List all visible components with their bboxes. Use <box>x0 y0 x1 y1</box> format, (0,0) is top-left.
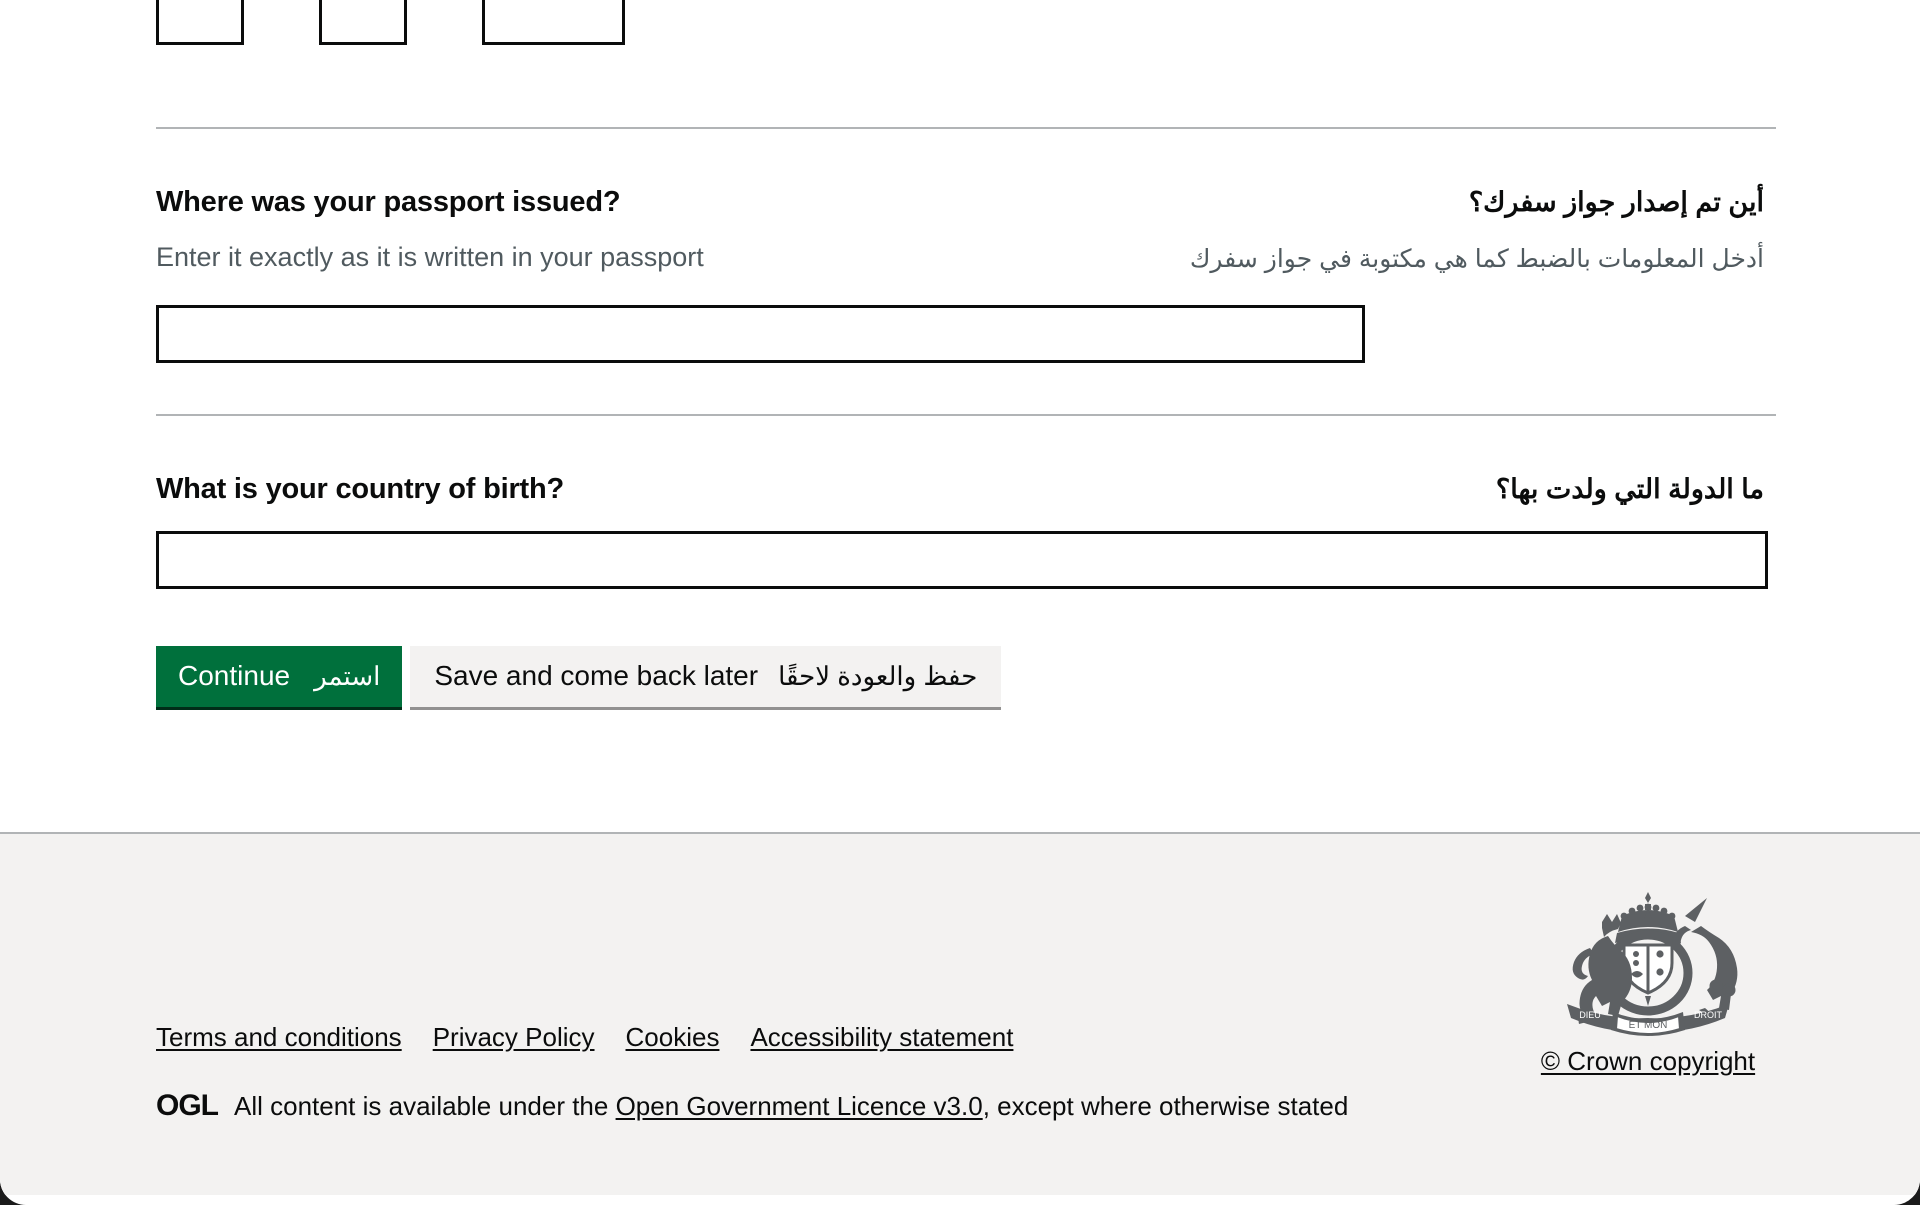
save-label-en: Save and come back later <box>434 660 759 691</box>
date-input-group <box>156 0 625 45</box>
ogl-logo-icon: OGL <box>156 1089 219 1122</box>
crown-copyright-link[interactable]: © Crown copyright <box>1541 1046 1755 1077</box>
open-government-licence: OGL All content is available under the O… <box>156 1089 1348 1123</box>
passport-issued-input[interactable] <box>156 305 1365 363</box>
passport-question-hint-en: Enter it exactly as it is written in you… <box>156 242 704 272</box>
form-actions: Continue استمر Save and come back later … <box>156 646 1002 707</box>
open-government-licence-link[interactable]: Open Government Licence v3.0 <box>616 1091 983 1121</box>
svg-text:DROIT: DROIT <box>1694 1010 1723 1020</box>
svg-text:ET MON: ET MON <box>1629 1020 1668 1031</box>
passport-question-heading-ar: أين تم إصدار جواز سفرك؟ <box>1468 187 1764 217</box>
footer-link-cookies[interactable]: Cookies <box>626 1022 720 1053</box>
crown-copyright-block: ET MON DIEU DROIT © Crown copyright <box>1532 886 1764 1077</box>
country-of-birth-input[interactable] <box>156 531 1768 589</box>
page-content: Where was your passport issued? أين تم إ… <box>0 0 1920 1195</box>
date-month-input[interactable] <box>319 0 407 45</box>
page-footer: Terms and conditions Privacy Policy Cook… <box>0 832 1920 1195</box>
continue-label-ar: استمر <box>314 661 381 691</box>
footer-link-privacy-policy[interactable]: Privacy Policy <box>433 1022 595 1053</box>
licence-prefix-text: All content is available under the <box>234 1090 616 1121</box>
country-question-heading-ar: ما الدولة التي ولدت بها؟ <box>1495 474 1764 504</box>
browser-window: Where was your passport issued? أين تم إ… <box>0 0 1920 1205</box>
section-divider <box>156 127 1776 129</box>
section-divider <box>156 414 1776 416</box>
date-year-input[interactable] <box>482 0 625 45</box>
date-day-input[interactable] <box>156 0 244 45</box>
footer-link-accessibility-statement[interactable]: Accessibility statement <box>750 1022 1013 1053</box>
continue-button[interactable]: Continue استمر <box>156 646 403 707</box>
royal-coat-of-arms-icon: ET MON DIEU DROIT <box>1567 892 1738 1036</box>
svg-text:DIEU: DIEU <box>1579 1010 1601 1020</box>
footer-link-terms-and-conditions[interactable]: Terms and conditions <box>156 1022 402 1053</box>
main-content: Where was your passport issued? أين تم إ… <box>0 0 1920 830</box>
footer-links: Terms and conditions Privacy Policy Cook… <box>156 1022 1013 1053</box>
save-label-ar: حفظ والعودة لاحقًا <box>778 661 978 691</box>
passport-question-hint-ar: أدخل المعلومات بالضبط كما هي مكتوبة في ج… <box>1189 245 1764 273</box>
continue-label-en: Continue <box>178 660 291 691</box>
passport-question-heading-en: Where was your passport issued? <box>156 186 621 218</box>
licence-suffix-text: , except where otherwise stated <box>982 1090 1349 1121</box>
save-and-come-back-later-button[interactable]: Save and come back later حفظ والعودة لاح… <box>410 646 1002 707</box>
country-question-heading-en: What is your country of birth? <box>156 473 565 505</box>
licence-statement: All content is available under the Open … <box>234 1091 1348 1122</box>
